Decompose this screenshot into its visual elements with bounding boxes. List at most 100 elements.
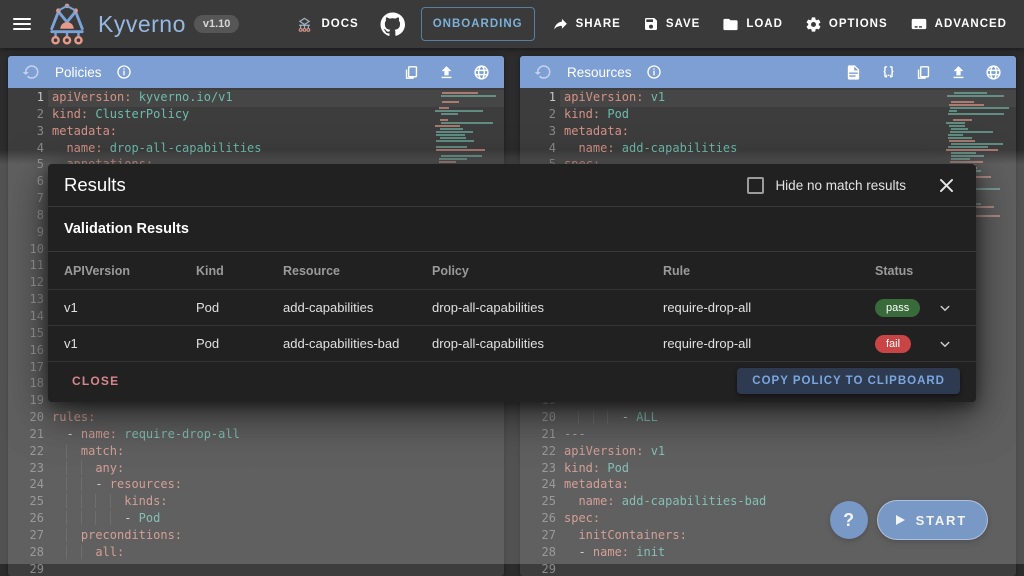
policies-panel-title: Policies bbox=[55, 65, 102, 80]
line-number: 24 bbox=[8, 477, 44, 494]
upload-icon[interactable] bbox=[433, 59, 459, 85]
options-button[interactable]: OPTIONS bbox=[794, 7, 899, 41]
line-number: 8 bbox=[8, 208, 44, 225]
line-number: 19 bbox=[8, 393, 44, 410]
resources-panel-header: Resources bbox=[520, 56, 1016, 88]
kyverno-logo-icon bbox=[44, 3, 90, 45]
line-number: 4 bbox=[8, 141, 44, 158]
restore-icon[interactable] bbox=[18, 59, 44, 85]
code-line: - Pod bbox=[52, 511, 504, 528]
docs-button[interactable]: DOCS bbox=[284, 7, 369, 41]
line-number: 27 bbox=[520, 528, 556, 545]
docs-icon bbox=[295, 16, 314, 33]
file-document-icon[interactable] bbox=[840, 59, 866, 85]
github-icon bbox=[380, 12, 405, 37]
chevron-down-icon[interactable] bbox=[930, 299, 960, 317]
menu-icon[interactable] bbox=[0, 0, 44, 48]
result-row[interactable]: v1 Pod add-capabilities drop-all-capabil… bbox=[48, 290, 976, 326]
column-header: Kind bbox=[196, 264, 283, 278]
close-icon[interactable] bbox=[932, 171, 960, 199]
save-button[interactable]: SAVE bbox=[632, 7, 711, 41]
checkbox-icon[interactable] bbox=[747, 177, 764, 194]
results-table-header: APIVersionKindResourcePolicyRuleStatus bbox=[48, 252, 976, 290]
info-icon[interactable] bbox=[111, 59, 137, 85]
line-number: 2 bbox=[520, 107, 556, 124]
line-number: 20 bbox=[520, 410, 556, 427]
line-number: 6 bbox=[8, 174, 44, 191]
line-number: 23 bbox=[520, 461, 556, 478]
line-number: 27 bbox=[8, 528, 44, 545]
globe-icon[interactable] bbox=[980, 59, 1006, 85]
github-button[interactable] bbox=[370, 7, 415, 41]
restore-icon[interactable] bbox=[530, 59, 556, 85]
line-number: 23 bbox=[8, 461, 44, 478]
line-number: 26 bbox=[8, 511, 44, 528]
onboarding-button[interactable]: ONBOARDING bbox=[421, 7, 535, 41]
share-button[interactable]: SHARE bbox=[541, 7, 632, 41]
validation-results-heading: Validation Results bbox=[48, 207, 976, 251]
policies-panel-header: Policies bbox=[8, 56, 504, 88]
chevron-down-icon[interactable] bbox=[930, 335, 960, 353]
copy-policy-button[interactable]: COPY POLICY TO CLIPBOARD bbox=[737, 368, 960, 394]
hide-no-match-checkbox[interactable]: Hide no match results bbox=[747, 177, 906, 194]
code-line: all: bbox=[52, 545, 504, 562]
info-icon[interactable] bbox=[641, 59, 667, 85]
brand: Kyverno v1.10 bbox=[44, 3, 239, 45]
code-line: - resources: bbox=[52, 477, 504, 494]
version-badge: v1.10 bbox=[194, 15, 240, 33]
line-number: 9 bbox=[8, 225, 44, 242]
share-icon bbox=[552, 16, 569, 33]
close-button[interactable]: CLOSE bbox=[64, 368, 127, 394]
line-number: 16 bbox=[8, 343, 44, 360]
load-button[interactable]: LOAD bbox=[711, 7, 794, 41]
copy-icon[interactable] bbox=[910, 59, 936, 85]
column-header: Status bbox=[875, 264, 930, 278]
code-line: - name: require-drop-all bbox=[52, 427, 504, 444]
code-line: rules: bbox=[52, 410, 504, 427]
save-icon bbox=[643, 16, 659, 32]
app-bar: Kyverno v1.10 DOCS ONBOARDING SHARE SAVE bbox=[0, 0, 1024, 48]
help-fab[interactable]: ? bbox=[830, 501, 868, 539]
status-badge: fail bbox=[875, 335, 911, 353]
line-number: 24 bbox=[520, 477, 556, 494]
line-number: 21 bbox=[8, 427, 44, 444]
start-button[interactable]: START bbox=[877, 500, 988, 540]
resources-panel-title: Resources bbox=[567, 65, 632, 80]
advanced-button[interactable]: ADVANCED bbox=[899, 7, 1018, 41]
column-header: Policy bbox=[432, 264, 663, 278]
code-line: - name: init bbox=[564, 545, 1016, 562]
line-number: 15 bbox=[8, 326, 44, 343]
code-line: kind: Pod bbox=[564, 461, 1016, 478]
column-header: Rule bbox=[663, 264, 875, 278]
line-number: 7 bbox=[8, 191, 44, 208]
line-number: 11 bbox=[8, 258, 44, 275]
code-line: metadata: bbox=[564, 477, 1016, 494]
gear-icon bbox=[805, 16, 822, 33]
line-number: 22 bbox=[520, 444, 556, 461]
keyboard-icon bbox=[910, 16, 928, 32]
line-number: 1 bbox=[520, 90, 556, 107]
line-number: 12 bbox=[8, 275, 44, 292]
globe-icon[interactable] bbox=[468, 59, 494, 85]
code-line: kinds: bbox=[52, 494, 504, 511]
copy-icon[interactable] bbox=[398, 59, 424, 85]
line-number: 1 bbox=[8, 90, 44, 107]
line-number: 20 bbox=[8, 410, 44, 427]
play-icon bbox=[894, 514, 906, 526]
brand-name: Kyverno bbox=[98, 11, 186, 38]
code-braces-icon[interactable] bbox=[875, 59, 901, 85]
code-line: match: bbox=[52, 444, 504, 461]
line-number: 3 bbox=[520, 124, 556, 141]
upload-icon[interactable] bbox=[945, 59, 971, 85]
line-number: 13 bbox=[8, 292, 44, 309]
code-line: any: bbox=[52, 461, 504, 478]
status-badge: pass bbox=[875, 299, 920, 317]
result-row[interactable]: v1 Pod add-capabilities-bad drop-all-cap… bbox=[48, 326, 976, 362]
line-number: 5 bbox=[8, 157, 44, 174]
code-line: preconditions: bbox=[52, 528, 504, 545]
line-number: 2 bbox=[8, 107, 44, 124]
line-number: 14 bbox=[8, 309, 44, 326]
line-number: 21 bbox=[520, 427, 556, 444]
line-number: 22 bbox=[8, 444, 44, 461]
line-number: 18 bbox=[8, 376, 44, 393]
